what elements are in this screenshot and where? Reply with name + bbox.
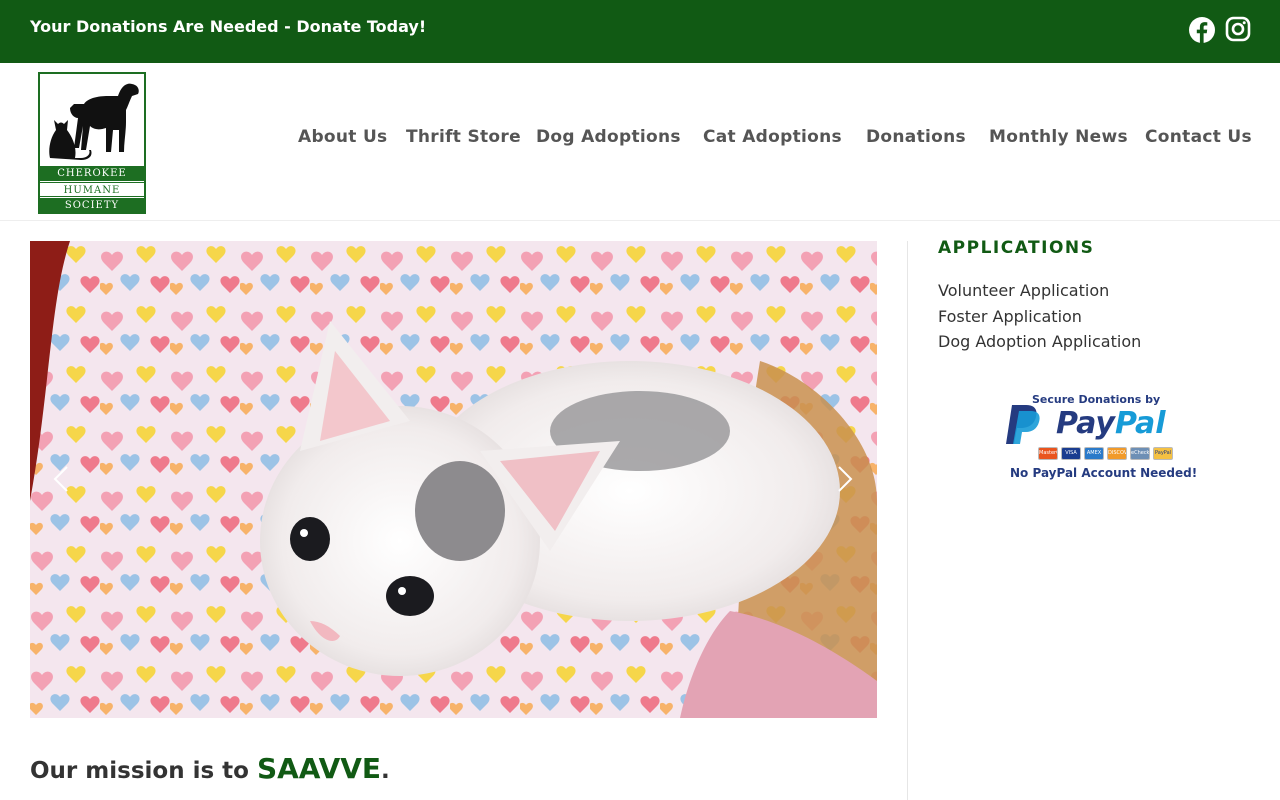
sidebar-divider xyxy=(907,241,908,800)
logo-line-2: HUMANE xyxy=(40,182,144,197)
logo-line-1: CHEROKEE xyxy=(40,166,144,181)
visa-icon: VISA xyxy=(1061,447,1081,460)
slider-prev-button[interactable] xyxy=(46,462,76,496)
chevron-right-icon xyxy=(838,466,853,492)
site-logo[interactable]: CHEROKEE HUMANE SOCIETY xyxy=(30,70,152,217)
amex-icon: AMEX xyxy=(1084,447,1104,460)
paypal-donate-button[interactable]: Secure Donations by PayPal MasterCard VI… xyxy=(1004,393,1197,485)
foster-application-link[interactable]: Foster Application xyxy=(938,307,1082,326)
dog-cat-silhouette-icon xyxy=(49,83,139,160)
nav-item-thrift-store[interactable]: Thrift Store xyxy=(406,127,521,147)
logo-line-3: SOCIETY xyxy=(40,198,144,213)
sidebar-title: APPLICATIONS xyxy=(938,238,1095,258)
nav-item-cat-adoptions[interactable]: Cat Adoptions xyxy=(703,127,842,147)
mission-end: . xyxy=(381,758,390,784)
mission-lead: Our mission is to xyxy=(30,758,257,784)
chevron-left-icon xyxy=(53,466,68,492)
announcement-bar: Your Donations Are Needed - Donate Today… xyxy=(0,0,1280,63)
paypal-wordmark-pal: Pal xyxy=(1114,406,1166,441)
paypal-wordmark: PayPal xyxy=(1056,406,1166,441)
mission-heading: Our mission is to SAAVVE. xyxy=(30,752,390,785)
mastercard-icon: MasterCard xyxy=(1038,447,1058,460)
nav-item-donations[interactable]: Donations xyxy=(866,127,966,147)
announcement-text[interactable]: Your Donations Are Needed - Donate Today… xyxy=(30,17,426,36)
kitten-photo xyxy=(30,241,877,718)
volunteer-application-link[interactable]: Volunteer Application xyxy=(938,281,1109,300)
mission-keyword: SAAVVE xyxy=(256,752,382,785)
logo-frame: CHEROKEE HUMANE SOCIETY xyxy=(38,72,146,214)
site-header: CHEROKEE HUMANE SOCIETY About Us Thrift … xyxy=(0,63,1280,221)
paypal-no-account-text: No PayPal Account Needed! xyxy=(1010,466,1198,480)
instagram-icon[interactable] xyxy=(1225,16,1253,44)
payment-cards: MasterCard VISA AMEX DISCOVER eCheck Pay… xyxy=(1038,447,1173,461)
nav-item-about-us[interactable]: About Us xyxy=(298,127,387,147)
discover-icon: DISCOVER xyxy=(1107,447,1127,460)
paypal-secure-text: Secure Donations by xyxy=(1032,393,1161,406)
hero-slider[interactable] xyxy=(30,241,877,718)
slider-next-button[interactable] xyxy=(830,462,860,496)
nav-item-contact-us[interactable]: Contact Us xyxy=(1145,127,1252,147)
paypal-card-icon: PayPal xyxy=(1153,447,1173,460)
facebook-icon[interactable] xyxy=(1188,16,1216,44)
paypal-wordmark-pay: Pay xyxy=(1056,406,1115,441)
nav-item-dog-adoptions[interactable]: Dog Adoptions xyxy=(536,127,681,147)
paypal-logo-icon xyxy=(1006,405,1040,444)
nav-item-monthly-news[interactable]: Monthly News xyxy=(989,127,1128,147)
dog-adoption-application-link[interactable]: Dog Adoption Application xyxy=(938,332,1141,351)
echeck-icon: eCheck xyxy=(1130,447,1150,460)
